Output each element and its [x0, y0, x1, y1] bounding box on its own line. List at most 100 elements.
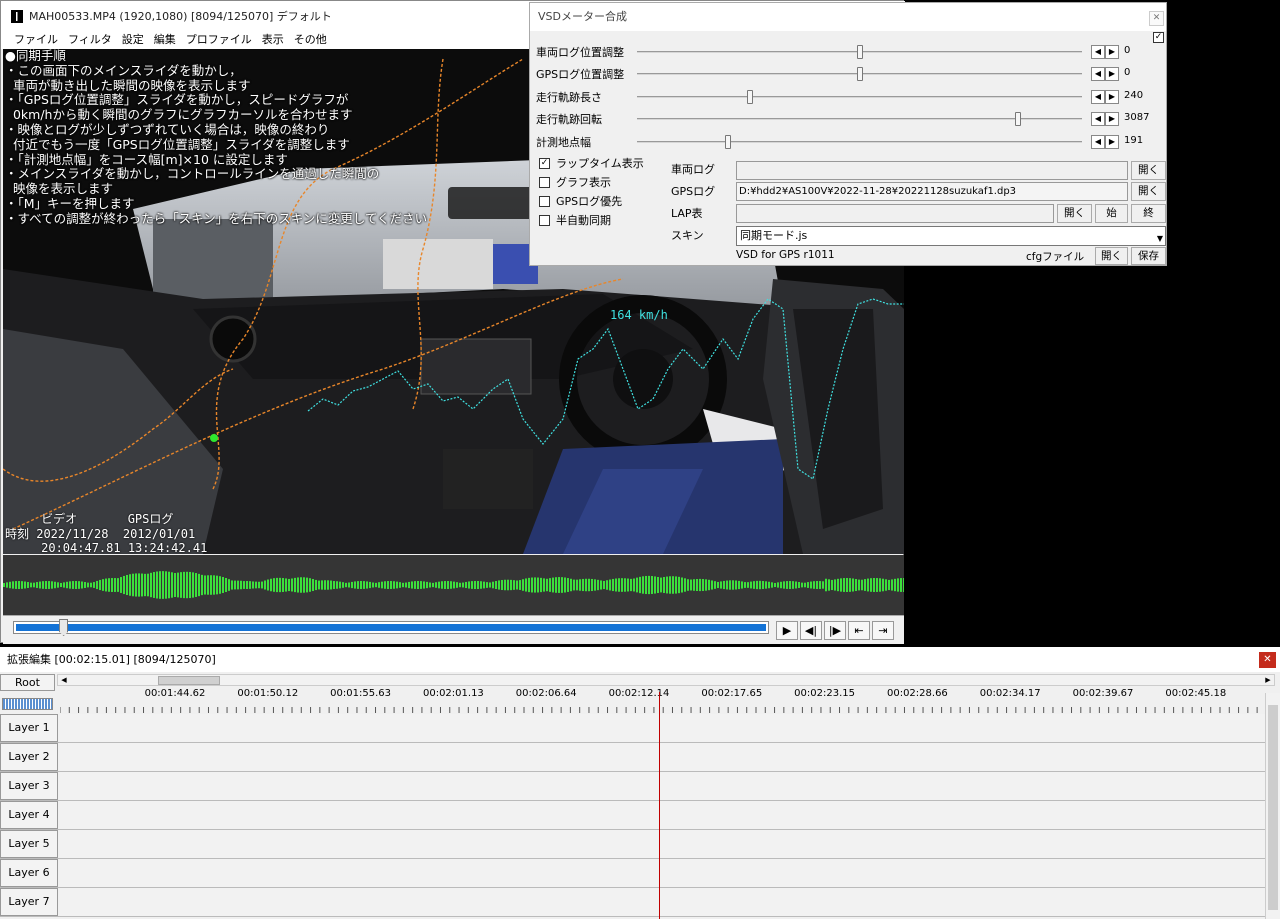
time-ruler[interactable]: 00:01:44.62 00:01:50.12 00:01:55.63 00:02:0…: [60, 685, 1265, 715]
scroll-thumb[interactable]: [1268, 705, 1278, 910]
lap-end-button[interactable]: 終: [1131, 204, 1166, 223]
time-overlay: ビデオ GPSログ 時刻 2022/11/28 2012/01/01 20:04…: [5, 512, 207, 554]
playhead-cursor[interactable]: [659, 692, 660, 919]
layer-track[interactable]: [60, 830, 1265, 858]
go-start-button[interactable]: ⇤: [848, 621, 870, 640]
layer-label[interactable]: Layer 3: [0, 772, 58, 800]
step-left-icon[interactable]: ◀: [1091, 135, 1105, 149]
step-right-icon[interactable]: ▶: [1105, 45, 1119, 59]
checkbox-lap-time[interactable]: ✓ ラップタイム表示: [539, 154, 644, 172]
slider-track[interactable]: [637, 112, 1082, 126]
waveform-bar: [633, 578, 635, 592]
seek-thumb[interactable]: [59, 619, 69, 636]
step-right-icon[interactable]: ▶: [1105, 90, 1119, 104]
checkbox-box[interactable]: [539, 214, 550, 226]
lap-table-open-button[interactable]: 開く: [1057, 204, 1092, 223]
waveform-bar: [228, 579, 230, 591]
waveform-bar: [723, 580, 725, 590]
gps-log-open-button[interactable]: 開く: [1131, 182, 1166, 201]
layer-label[interactable]: Layer 6: [0, 859, 58, 887]
main-seek-slider[interactable]: [13, 619, 769, 636]
layer-track[interactable]: [60, 801, 1265, 829]
waveform-bar: [27, 582, 29, 588]
checkbox-gps-priority[interactable]: GPSログ優先: [539, 192, 622, 210]
menu-profile[interactable]: プロファイル: [181, 31, 257, 49]
step-left-icon[interactable]: ◀: [1091, 45, 1105, 59]
cfg-open-button[interactable]: 開く: [1095, 247, 1128, 265]
lap-table-field[interactable]: [736, 204, 1054, 223]
scroll-thumb[interactable]: [158, 676, 220, 685]
waveform-bar: [672, 576, 674, 594]
menu-settings[interactable]: 設定: [117, 31, 149, 49]
chevron-down-icon[interactable]: ▼: [1157, 230, 1163, 248]
slider-thumb[interactable]: [746, 90, 753, 104]
layer-label[interactable]: Layer 2: [0, 743, 58, 771]
root-button[interactable]: Root: [0, 674, 55, 691]
slider-track[interactable]: [637, 90, 1082, 104]
menu-edit[interactable]: 編集: [149, 31, 181, 49]
menu-file[interactable]: ファイル: [9, 31, 63, 49]
waveform-bar: [87, 582, 89, 588]
slider-track[interactable]: [637, 45, 1082, 59]
layer-label[interactable]: Layer 5: [0, 830, 58, 858]
layer-track[interactable]: [60, 743, 1265, 771]
layer-label[interactable]: Layer 1: [0, 714, 58, 742]
slider-thumb[interactable]: [856, 45, 863, 59]
waveform-bar: [84, 582, 86, 588]
waveform-bar: [189, 571, 191, 599]
lap-start-button[interactable]: 始: [1095, 204, 1128, 223]
checkbox-box[interactable]: ✓: [539, 157, 550, 169]
layer-track[interactable]: [60, 859, 1265, 887]
close-icon[interactable]: ✕: [1259, 652, 1276, 668]
layer-label[interactable]: Layer 4: [0, 801, 58, 829]
gps-log-field[interactable]: D:¥hdd2¥AS100V¥2022-11-28¥20221128suzuka…: [736, 182, 1128, 201]
waveform-bar: [306, 577, 308, 593]
layer-track[interactable]: [60, 772, 1265, 800]
checkbox-box[interactable]: [539, 176, 550, 188]
waveform-bar: [726, 580, 728, 590]
menu-other[interactable]: その他: [289, 31, 332, 49]
scroll-right-icon[interactable]: ▶: [1262, 675, 1274, 685]
layer-track[interactable]: [60, 714, 1265, 742]
layer-track[interactable]: [60, 888, 1265, 916]
menu-filter[interactable]: フィルタ: [63, 31, 117, 49]
waveform-bar: [36, 582, 38, 588]
slider-thumb[interactable]: [724, 135, 731, 149]
waveform-bar: [462, 582, 464, 588]
slider-thumb[interactable]: [1014, 112, 1021, 126]
menu-view[interactable]: 表示: [257, 31, 289, 49]
checkbox-box[interactable]: [539, 195, 550, 207]
go-end-button[interactable]: ⇥: [872, 621, 894, 640]
step-right-icon[interactable]: ▶: [1105, 67, 1119, 81]
slider-thumb[interactable]: [856, 67, 863, 81]
waveform-bar: [156, 571, 158, 599]
checkbox-semi-auto-sync[interactable]: 半自動同期: [539, 211, 611, 229]
checkbox-graph[interactable]: グラフ表示: [539, 173, 611, 191]
layer-label[interactable]: Layer 7: [0, 888, 58, 916]
slider-track[interactable]: [637, 135, 1082, 149]
close-icon[interactable]: ✕: [1149, 11, 1164, 26]
step-left-icon[interactable]: ◀: [1091, 112, 1105, 126]
waveform-bar: [759, 580, 761, 590]
app-icon: [11, 9, 23, 23]
prev-frame-button[interactable]: ◀|: [800, 621, 822, 640]
scroll-left-icon[interactable]: ◀: [58, 675, 70, 685]
play-button[interactable]: ▶: [776, 621, 798, 640]
vertical-scrollbar[interactable]: [1265, 693, 1280, 919]
checkbox-label: GPSログ優先: [556, 195, 623, 208]
waveform-bar: [186, 571, 188, 599]
scale-meter[interactable]: [2, 698, 53, 710]
step-right-icon[interactable]: ▶: [1105, 135, 1119, 149]
step-left-icon[interactable]: ◀: [1091, 90, 1105, 104]
waveform-bar: [282, 578, 284, 592]
vehicle-log-open-button[interactable]: 開く: [1131, 161, 1166, 180]
waveform-bar: [42, 581, 44, 589]
next-frame-button[interactable]: |▶: [824, 621, 846, 640]
waveform-bar: [837, 578, 839, 592]
step-left-icon[interactable]: ◀: [1091, 67, 1105, 81]
cfg-save-button[interactable]: 保存: [1131, 247, 1166, 265]
vehicle-log-field[interactable]: [736, 161, 1128, 180]
skin-select[interactable]: 同期モード.js ▼: [736, 226, 1166, 246]
step-right-icon[interactable]: ▶: [1105, 112, 1119, 126]
slider-track[interactable]: [637, 67, 1082, 81]
